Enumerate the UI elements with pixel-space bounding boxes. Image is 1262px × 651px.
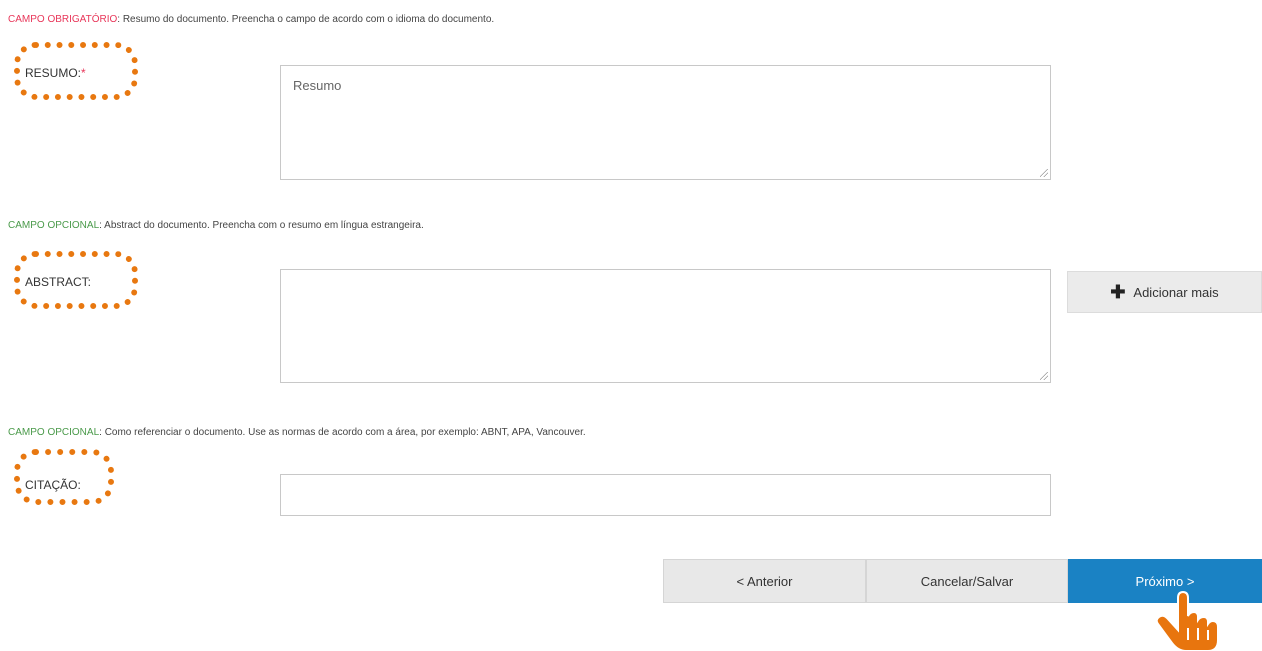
- citacao-hint: CAMPO OPCIONAL: Como referenciar o docum…: [8, 427, 586, 438]
- citacao-hint-text: : Como referenciar o documento. Use as n…: [99, 427, 586, 438]
- optional-field-tag: CAMPO OPCIONAL: [8, 427, 100, 438]
- add-more-label: Adicionar mais: [1133, 284, 1219, 300]
- abstract-resize-handle[interactable]: [1040, 372, 1048, 380]
- abstract-textarea[interactable]: [280, 269, 1051, 383]
- required-asterisk: *: [81, 66, 86, 80]
- abstract-label: ABSTRACT:: [25, 275, 92, 289]
- citacao-label: CITAÇÃO:: [25, 478, 81, 492]
- resumo-resize-handle[interactable]: [1040, 169, 1048, 177]
- abstract-hint-text: : Abstract do documento. Preencha com o …: [99, 220, 424, 231]
- previous-button[interactable]: < Anterior: [663, 559, 866, 603]
- required-field-tag: CAMPO OBRIGATÓRIO: [8, 14, 118, 25]
- resumo-label: RESUMO:*: [25, 66, 86, 80]
- plus-icon: ✚: [1110, 282, 1126, 302]
- hand-pointer-icon: [1155, 590, 1219, 651]
- resumo-textarea[interactable]: [280, 65, 1051, 180]
- optional-field-tag: CAMPO OPCIONAL: [8, 220, 100, 231]
- resumo-label-text: RESUMO:: [25, 66, 82, 80]
- resumo-hint-text: : Resumo do documento. Preencha o campo …: [117, 14, 495, 25]
- resumo-hint: CAMPO OBRIGATÓRIO: Resumo do documento. …: [8, 14, 494, 25]
- citacao-label-highlight: [14, 449, 114, 505]
- citacao-input[interactable]: [280, 474, 1051, 516]
- add-more-button[interactable]: ✚ Adicionar mais: [1067, 271, 1262, 313]
- abstract-hint: CAMPO OPCIONAL: Abstract do documento. P…: [8, 220, 424, 231]
- cancel-save-button[interactable]: Cancelar/Salvar: [866, 559, 1068, 603]
